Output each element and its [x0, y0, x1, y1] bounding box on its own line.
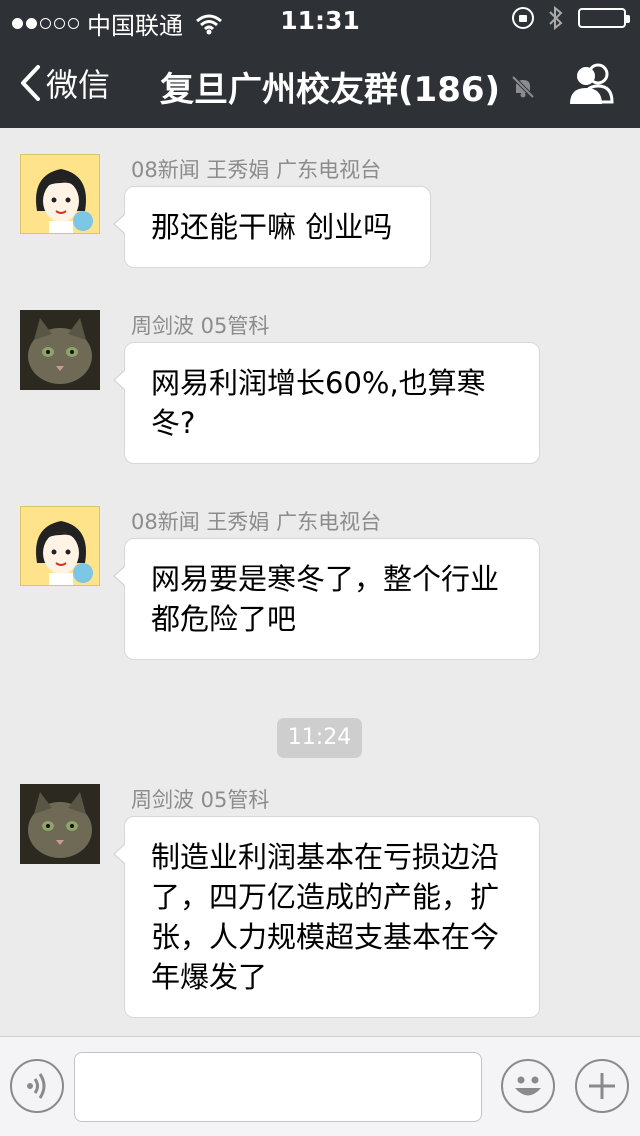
avatar[interactable] [20, 310, 100, 390]
nav-bar: 微信 复旦广州校友群(186) [0, 40, 640, 128]
emoji-button[interactable] [501, 1059, 555, 1113]
bell-slash-icon [511, 75, 535, 98]
bluetooth-icon [549, 6, 563, 30]
timestamp-divider: 11:24 [277, 718, 362, 758]
chat-input-bar [0, 1036, 640, 1136]
message-bubble[interactable]: 制造业利润基本在亏损边沿了，四万亿造成的产能，扩张，人力规模超支基本在今年爆发了 [113, 816, 540, 1018]
back-button[interactable]: 微信 [18, 60, 110, 106]
avatar[interactable] [20, 784, 100, 864]
message-input[interactable] [74, 1052, 482, 1122]
voice-button[interactable] [10, 1059, 64, 1113]
status-bar: 中国联通 11:31 [0, 0, 640, 40]
sender-name: 08新闻 王秀娟 广东电视台 [131, 158, 382, 182]
avatar[interactable] [20, 506, 100, 586]
top-bar: 中国联通 11:31 微信 复旦广州校友群(186) [0, 0, 640, 128]
sender-name: 周剑波 05管科 [131, 314, 270, 338]
chat-title: 复旦广州校友群(186) [160, 70, 501, 110]
voice-icon [27, 1073, 46, 1099]
back-label: 微信 [46, 66, 111, 104]
sender-name: 08新闻 王秀娟 广东电视台 [131, 510, 382, 534]
plus-icon [589, 1073, 615, 1099]
avatar[interactable] [20, 154, 100, 234]
group-members-button[interactable] [568, 62, 616, 106]
sender-name: 周剑波 05管科 [131, 788, 270, 812]
orientation-lock-icon [512, 7, 534, 29]
more-button[interactable] [575, 1059, 629, 1113]
battery-icon [578, 8, 630, 28]
group-members-icon [570, 63, 614, 104]
smiley-icon [515, 1076, 541, 1096]
chevron-left-icon [21, 65, 40, 101]
message-bubble[interactable]: 网易利润增长60%,也算寒冬? [113, 342, 540, 464]
message-bubble[interactable]: 网易要是寒冬了，整个行业都危险了吧 [113, 538, 540, 660]
message-bubble[interactable]: 那还能干嘛 创业吗 [113, 186, 431, 268]
